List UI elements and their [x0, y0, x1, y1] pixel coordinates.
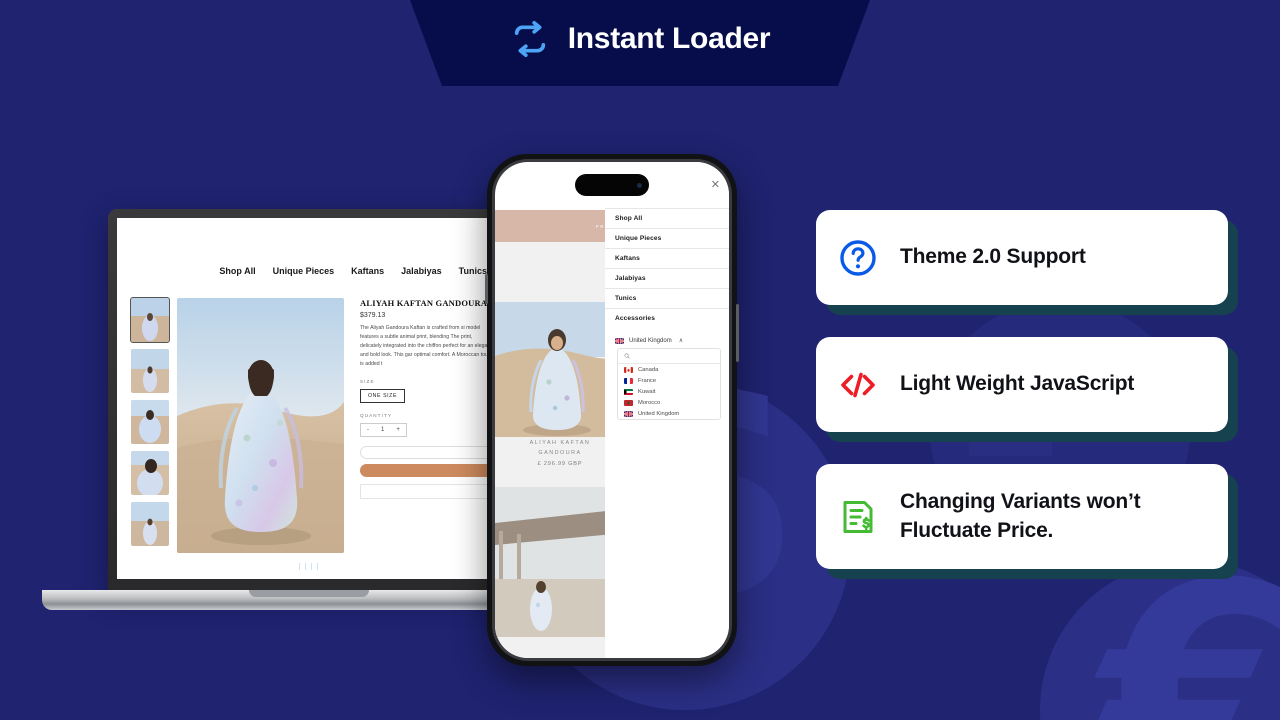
- feature-card-label: Changing Variants won’t Fluctuate Price.: [900, 490, 1141, 542]
- size-option-one-size[interactable]: ONE SIZE: [360, 389, 406, 404]
- country-option-france[interactable]: France: [618, 375, 720, 386]
- phone-volume-button: [485, 274, 488, 304]
- phone-screen: FREE S 44 p: [495, 162, 729, 658]
- nav-item-tunics[interactable]: Tunics: [459, 266, 487, 276]
- app-title: Instant Loader: [567, 22, 771, 55]
- mobile-menu-item-shop-all[interactable]: Shop All: [605, 208, 729, 228]
- indicator-dot: [316, 563, 318, 570]
- flag-france-icon: [624, 377, 633, 384]
- product-thumbnail[interactable]: [131, 502, 169, 546]
- product-hero-image: [177, 298, 344, 553]
- country-selector-trigger[interactable]: United Kingdom ∧: [605, 328, 729, 348]
- quantity-label: QUANTITY: [360, 413, 393, 419]
- quantity-stepper[interactable]: - 1 +: [360, 423, 407, 438]
- product-thumbnail[interactable]: [131, 400, 169, 444]
- laptop-notch: [248, 590, 369, 597]
- page-indicator: [117, 553, 499, 570]
- flag-united-kingdom-icon: [615, 337, 624, 344]
- country-option-label: Morocco: [638, 399, 661, 406]
- product-thumbnail[interactable]: [131, 451, 169, 495]
- add-to-cart-button[interactable]: [360, 446, 495, 460]
- phone-mockup: FREE S 44 p: [485, 154, 739, 666]
- feature-card-theme-support-wrap: Theme 2.0 Support: [816, 210, 1238, 315]
- product-thumbnail-list: [130, 297, 170, 553]
- feature-card-theme-support[interactable]: Theme 2.0 Support: [816, 210, 1228, 305]
- country-dropdown: Canada France Kuwait Morocco United King…: [617, 348, 721, 420]
- country-option-canada[interactable]: Canada: [618, 364, 720, 375]
- nav-item-unique-pieces[interactable]: Unique Pieces: [273, 266, 335, 276]
- flag-kuwait-icon: [624, 388, 633, 395]
- laptop-lid: Shop All Unique Pieces Kaftans Jalabiyas…: [108, 209, 508, 592]
- laptop-mockup: Shop All Unique Pieces Kaftans Jalabiyas…: [42, 209, 575, 610]
- chevron-up-icon: ∧: [678, 338, 684, 344]
- country-option-kuwait[interactable]: Kuwait: [618, 386, 720, 397]
- country-option-label: Canada: [638, 366, 659, 373]
- country-option-united-kingdom[interactable]: United Kingdom: [618, 408, 720, 419]
- phone-power-button: [736, 304, 739, 362]
- invoice-dollar-icon: [838, 497, 878, 537]
- mobile-menu-item-accessories[interactable]: Accessories: [605, 308, 729, 328]
- flag-united-kingdom-icon: [624, 410, 633, 417]
- country-search-input[interactable]: [618, 349, 720, 364]
- quantity-increase-button[interactable]: +: [390, 424, 406, 436]
- code-brackets-icon: [838, 365, 878, 405]
- laptop-screen: Shop All Unique Pieces Kaftans Jalabiyas…: [117, 218, 499, 579]
- feature-card-lightweight-js[interactable]: Light Weight JavaScript: [816, 337, 1228, 432]
- flag-morocco-icon: [624, 399, 633, 406]
- mobile-menu-item-kaftans[interactable]: Kaftans: [605, 248, 729, 268]
- country-option-label: France: [638, 377, 657, 384]
- close-icon[interactable]: ✕: [711, 179, 720, 191]
- front-camera-icon: [637, 182, 642, 188]
- secondary-action-panel[interactable]: [360, 484, 495, 500]
- search-icon: [624, 353, 630, 359]
- quantity-value[interactable]: 1: [375, 424, 390, 436]
- mobile-menu-panel: ✕ Shop All Unique Pieces Kaftans Jalabiy…: [605, 162, 729, 658]
- indicator-dot: [310, 563, 312, 570]
- laptop-site-nav: Shop All Unique Pieces Kaftans Jalabiyas…: [117, 218, 499, 276]
- feature-card-variant-price[interactable]: Changing Variants won’t Fluctuate Price.: [816, 464, 1228, 569]
- indicator-dot: [298, 563, 300, 570]
- mobile-menu-item-jalabiyas[interactable]: Jalabiyas: [605, 268, 729, 288]
- nav-item-shop-all[interactable]: Shop All: [219, 266, 255, 276]
- country-option-morocco[interactable]: Morocco: [618, 397, 720, 408]
- size-label: SIZE: [360, 379, 375, 385]
- indicator-dot: [304, 563, 306, 570]
- mobile-menu-item-unique-pieces[interactable]: Unique Pieces: [605, 228, 729, 248]
- feature-card-variant-price-wrap: Changing Variants won’t Fluctuate Price.: [816, 464, 1238, 579]
- feature-card-label: Theme 2.0 Support: [900, 245, 1086, 269]
- flag-canada-icon: [624, 366, 633, 373]
- country-option-label: Kuwait: [638, 388, 656, 395]
- country-selected-label: United Kingdom: [629, 337, 672, 344]
- mobile-menu-item-tunics[interactable]: Tunics: [605, 288, 729, 308]
- feature-card-label: Light Weight JavaScript: [900, 372, 1135, 396]
- loop-arrows-icon: [514, 21, 545, 57]
- country-option-label: United Kingdom: [638, 410, 680, 417]
- product-thumbnail[interactable]: [131, 349, 169, 393]
- quantity-decrease-button[interactable]: -: [361, 424, 375, 436]
- product-description: The Aliyah Gandoura Kaftan is crafted fr…: [360, 325, 494, 368]
- product-price: $379.13: [360, 312, 386, 319]
- nav-item-kaftans[interactable]: Kaftans: [351, 266, 384, 276]
- phone-frame: FREE S 44 p: [487, 154, 737, 666]
- question-circle-icon: [838, 238, 878, 278]
- dynamic-island: [575, 174, 649, 196]
- nav-item-jalabiyas[interactable]: Jalabiyas: [401, 266, 442, 276]
- product-thumbnail[interactable]: [130, 297, 170, 343]
- product-info: ALIYAH KAFTAN GANDOURA $379.13 The Aliya…: [352, 298, 499, 553]
- feature-card-list: Theme 2.0 Support Light Weight JavaScrip…: [816, 210, 1238, 601]
- feature-card-lightweight-js-wrap: Light Weight JavaScript: [816, 337, 1238, 442]
- buy-it-now-button[interactable]: [360, 464, 495, 478]
- product-title: ALIYAH KAFTAN GANDOURA: [360, 298, 488, 308]
